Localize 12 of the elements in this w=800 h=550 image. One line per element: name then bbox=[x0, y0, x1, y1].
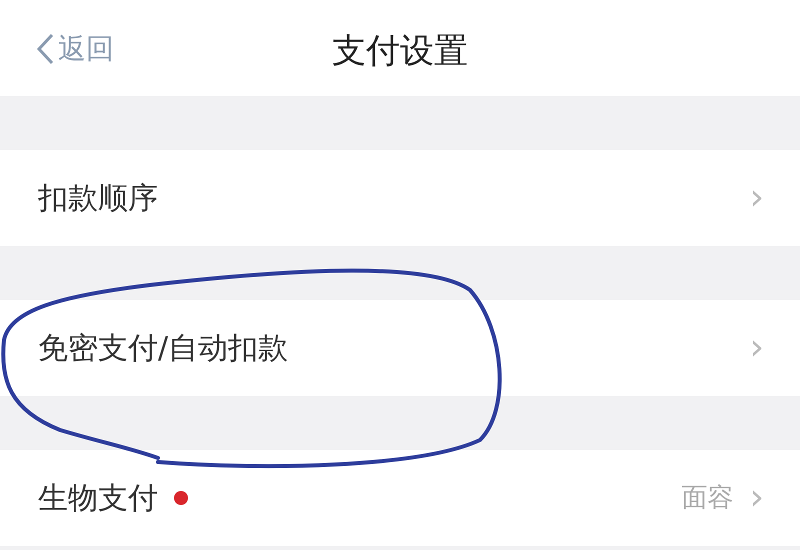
chevron-icon: › bbox=[750, 180, 764, 216]
settings-row[interactable]: 生物支付 面容 › bbox=[0, 450, 800, 546]
chevron-icon: › bbox=[750, 480, 764, 516]
settings-row[interactable]: 免密支付/自动扣款 › bbox=[0, 300, 800, 396]
row-label: 扣款顺序 bbox=[38, 180, 158, 218]
settings-row[interactable]: 扣款顺序 › bbox=[0, 150, 800, 246]
page-title: 支付设置 bbox=[332, 30, 468, 73]
row-value: 面容 bbox=[682, 482, 734, 514]
back-icon bbox=[36, 33, 54, 65]
row-label: 生物支付 bbox=[38, 480, 158, 518]
chevron-icon: › bbox=[750, 330, 764, 366]
row-label: 免密支付/自动扣款 bbox=[38, 330, 288, 368]
